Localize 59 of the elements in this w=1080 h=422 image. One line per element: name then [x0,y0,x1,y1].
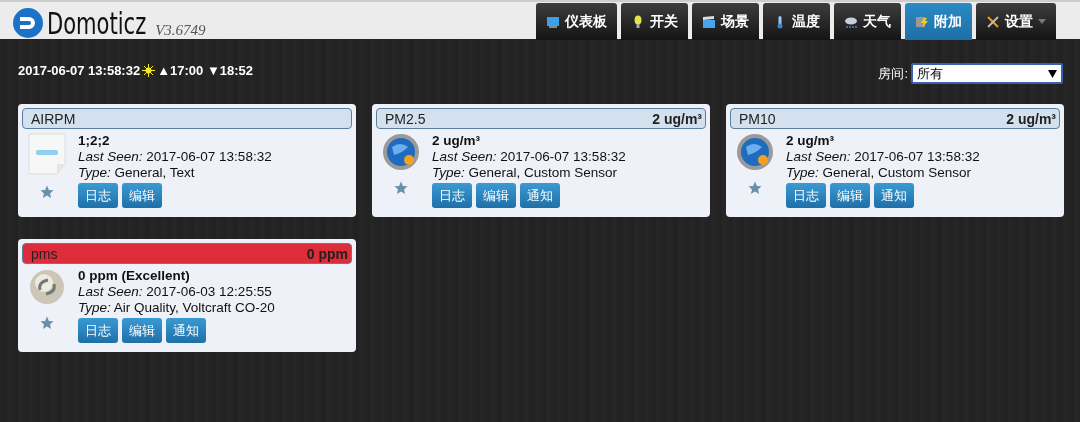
device-button[interactable]: 编辑 [476,183,516,208]
lightning-icon [915,14,929,29]
sphere-icon [28,268,66,306]
text-file-icon [28,133,66,175]
room-label: 房间: [878,64,908,83]
device-button[interactable]: 通知 [874,183,914,208]
star-icon[interactable] [748,181,762,195]
nav-tab[interactable]: 场景 [692,3,759,40]
nav-tab[interactable]: 开关 [621,3,688,40]
device-type: Type: General, Custom Sensor [432,165,619,181]
nav-tab[interactable]: 天气 [834,3,901,40]
device-reading: 2 ug/m³ [652,110,702,127]
device-button[interactable]: 编辑 [830,183,870,208]
last-seen: Last Seen: 2017-06-07 13:58:32 [78,149,272,165]
device-button[interactable]: 日志 [78,183,118,208]
device-button[interactable]: 通知 [166,318,206,343]
device-value: 1;2;2 [78,133,111,149]
app-name: Domoticz [47,9,147,39]
nav-tab[interactable]: 仪表板 [536,3,617,40]
star-icon[interactable] [40,185,54,199]
nav-tab[interactable]: 设置 [976,3,1056,40]
device-value: 0 ppm (Excellent) [78,268,191,284]
device-type: Type: General, Text [78,165,196,181]
date-time: 2017-06-07 13:58:32 [18,63,141,78]
app-version: V3.6749 [155,22,206,39]
device-button[interactable]: 日志 [432,183,472,208]
device-button[interactable]: 编辑 [122,318,162,343]
sun-icon [142,64,156,77]
device-button[interactable]: 编辑 [122,183,162,208]
device-name: PM2.5 [385,110,426,127]
caret-icon [1038,19,1046,24]
last-seen: Last Seen: 2017-06-03 12:25:55 [78,284,273,300]
last-seen: Last Seen: 2017-06-07 13:58:32 [786,149,980,165]
device-type: Type: Air Quality, Voltcraft CO-20 [78,300,275,316]
nav-tab[interactable]: 附加 [905,3,972,40]
device-button[interactable]: 日志 [786,183,826,208]
device-name: AIRPM [31,110,76,127]
star-icon[interactable] [40,316,54,330]
globe-icon [736,133,774,171]
device-reading: 0 ppm [306,245,348,262]
device-button[interactable]: 日志 [78,318,118,343]
device-reading: 2 ug/m³ [1006,110,1056,127]
room-select[interactable]: 所有 [911,63,1063,84]
tools-icon [986,14,1000,29]
star-icon[interactable] [394,181,408,195]
logo-icon [12,7,44,39]
globe-icon [382,133,420,171]
device-button[interactable]: 通知 [520,183,560,208]
sun-times: ▲17:00 ▼18:52 [157,63,253,78]
device-name: PM10 [739,110,776,127]
clapper-icon [702,14,716,29]
device-value: 2 ug/m³ [786,133,835,149]
monitor-icon [546,14,560,29]
device-value: 2 ug/m³ [432,133,481,149]
nav-tab[interactable]: 温度 [763,3,830,40]
device-name: pms [31,245,58,262]
device-type: Type: General, Custom Sensor [786,165,973,181]
caret-icon [1048,69,1057,78]
last-seen: Last Seen: 2017-06-07 13:58:32 [432,149,626,165]
